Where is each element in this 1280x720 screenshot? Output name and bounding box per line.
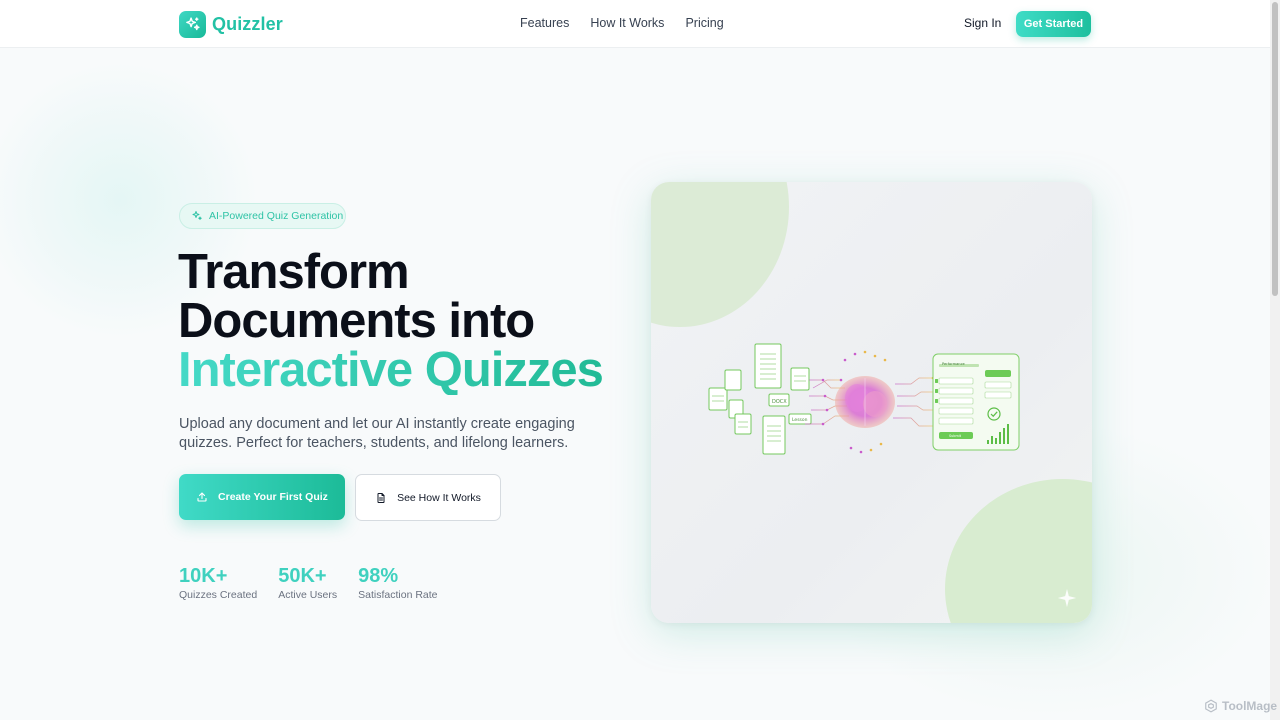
- hero-title-accent: Interactive Quizzes: [178, 346, 638, 395]
- scrollbar[interactable]: [1270, 0, 1280, 720]
- stat-value: 98%: [358, 565, 399, 587]
- nav-link-how-it-works[interactable]: How It Works: [590, 16, 664, 30]
- stat-item: 10K+ Quizzes Created: [179, 565, 257, 601]
- nav-link-pricing[interactable]: Pricing: [685, 16, 723, 30]
- doc-tag: DOCX: [772, 399, 787, 405]
- decorative-blob: [651, 182, 789, 327]
- ai-document-to-quiz-illustration: DOCX Lesson Performance Submit: [708, 343, 1020, 455]
- logo[interactable]: Quizzler: [179, 11, 283, 38]
- logo-text: Quizzler: [212, 14, 283, 34]
- panel-title: Performance: [942, 362, 966, 366]
- see-how-it-works-button[interactable]: See How It Works: [355, 474, 501, 521]
- toolmage-logo-icon: [1205, 699, 1217, 713]
- stat-value: 50K+: [278, 565, 327, 587]
- upload-icon: [197, 492, 207, 502]
- create-quiz-button[interactable]: Create Your First Quiz: [179, 474, 345, 520]
- feature-badge: AI-Powered Quiz Generation: [179, 203, 346, 229]
- stat-item: 98% Satisfaction Rate: [358, 565, 437, 601]
- create-quiz-label: Create Your First Quiz: [218, 491, 328, 503]
- scrollbar-thumb[interactable]: [1272, 2, 1278, 296]
- stat-item: 50K+ Active Users: [278, 565, 337, 601]
- stats-row: 10K+ Quizzes Created 50K+ Active Users 9…: [179, 565, 438, 601]
- watermark: ToolMage: [1204, 699, 1277, 713]
- stat-label: Active Users: [278, 589, 338, 601]
- nav-link-features[interactable]: Features: [520, 16, 569, 30]
- get-started-button[interactable]: Get Started: [1016, 11, 1091, 37]
- nav-links: Features How It Works Pricing: [520, 16, 724, 30]
- hero-subtitle: Upload any document and let our AI insta…: [179, 416, 575, 451]
- stat-label: Satisfaction Rate: [358, 589, 438, 601]
- sparkles-icon: [192, 211, 202, 220]
- sign-in-link[interactable]: Sign In: [964, 16, 1001, 30]
- doc-tag: Lesson: [792, 417, 808, 423]
- stat-value: 10K+: [179, 565, 228, 587]
- panel-button: Submit: [949, 434, 962, 438]
- watermark-text: ToolMage: [1222, 699, 1278, 713]
- sparkle-icon: [1057, 588, 1077, 608]
- hero-title-line: Documents into: [178, 294, 535, 348]
- see-how-it-works-label: See How It Works: [397, 491, 481, 504]
- hero-title-line: Transform: [178, 245, 410, 299]
- stat-label: Quizzes Created: [179, 589, 258, 601]
- hero-title: Transform Documents into Interactive Qui…: [178, 248, 638, 395]
- top-navbar: Quizzler Features How It Works Pricing S…: [0, 0, 1270, 48]
- hero-illustration-card: DOCX Lesson Performance Submit: [651, 182, 1092, 623]
- sparkles-icon: [179, 11, 206, 38]
- document-icon: [377, 492, 385, 503]
- badge-label: AI-Powered Quiz Generation: [209, 210, 344, 222]
